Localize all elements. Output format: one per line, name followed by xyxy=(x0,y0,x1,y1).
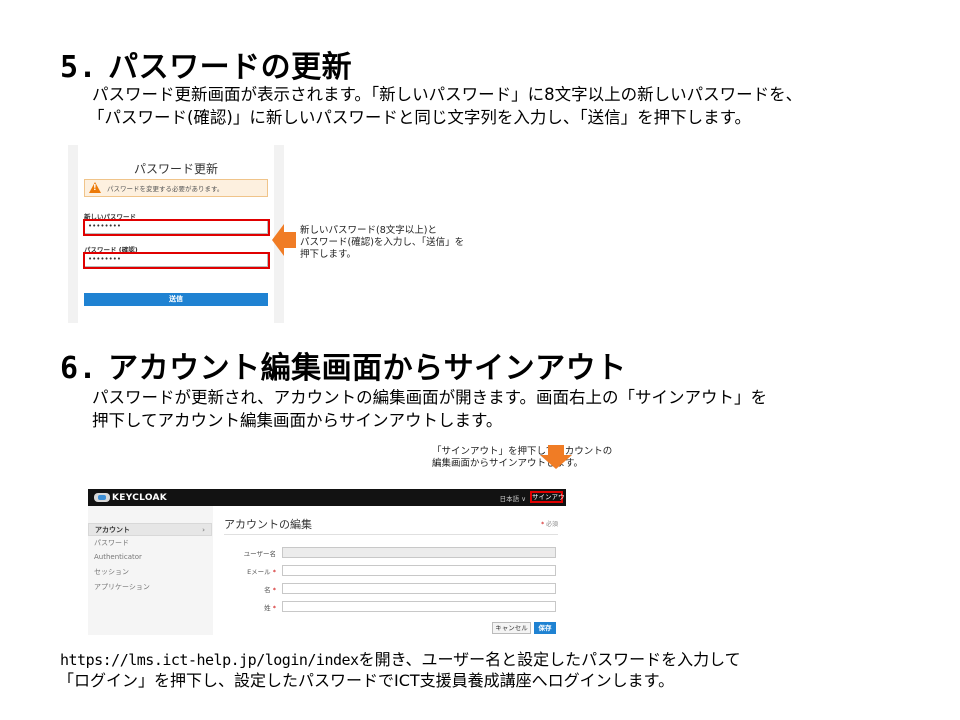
callout-2: 「サインアウト」を押下してアカウントの 編集画面からサインアウトします。 xyxy=(432,446,612,470)
section-6-paragraph-line1: パスワードが更新され、アカウントの編集画面が開きます。画面右上の「サインアウト」… xyxy=(92,388,768,407)
arrow-left-icon xyxy=(272,224,296,256)
required-note-text: 必須 xyxy=(545,521,558,528)
section-5-heading: 5. パスワードの更新 xyxy=(60,42,352,86)
submit-button[interactable]: 送信 xyxy=(84,293,268,306)
password-update-title: パスワード更新 xyxy=(133,162,218,176)
password-update-card: パスワード更新 パスワードを変更する必要があります。 新しいパスワード ••••… xyxy=(78,145,274,323)
callout-2-line1: 「サインアウト」を押下してアカウントの xyxy=(432,446,613,457)
section-number: 6. xyxy=(60,351,98,386)
account-sidebar: アカウント › パスワード Authenticator セッション アプリケーシ… xyxy=(88,506,213,635)
last-name-label: 姓 * xyxy=(228,602,276,612)
language-selector[interactable]: 日本語 ∨ xyxy=(500,493,526,503)
signout-button[interactable]: サインアウト xyxy=(530,491,571,503)
new-password-highlight xyxy=(83,219,270,236)
email-field[interactable] xyxy=(282,565,556,576)
callout-1-line3: 押下します。 xyxy=(300,249,357,260)
save-button[interactable]: 保存 xyxy=(534,622,556,634)
warning-icon xyxy=(89,182,101,193)
footer-line1: https://lms.ict-help.jp/login/indexを開き、ユ… xyxy=(60,649,741,671)
last-name-label-text: 姓 xyxy=(264,604,271,612)
section-6-paragraph-line2: 押下してアカウント編集画面からサインアウトします。 xyxy=(92,411,503,430)
keycloak-logo-text: KEYCLOAK xyxy=(112,492,168,503)
callout-1-line2: パスワード(確認)を入力し、「送信」を xyxy=(300,237,465,248)
page-title: アカウントの編集 xyxy=(224,518,312,531)
confirm-password-highlight xyxy=(83,252,270,269)
section-title: アカウント編集画面からサインアウト xyxy=(108,351,627,386)
keycloak-logo: KEYCLOAK xyxy=(94,492,167,503)
sidebar-item-label: アカウント xyxy=(95,526,130,534)
sidebar-item-applications[interactable]: アプリケーション xyxy=(88,581,212,594)
sidebar-item-password[interactable]: パスワード xyxy=(88,537,212,550)
keycloak-logo-icon xyxy=(94,493,110,502)
required-note: * 必須 xyxy=(541,519,558,528)
section-5-paragraph-line1: パスワード更新画面が表示されます。「新しいパスワード」に8文字以上の新しいパスワ… xyxy=(92,85,803,104)
keycloak-account-screenshot: KEYCLOAK 日本語 ∨ サインアウト アカウント › パスワード Auth… xyxy=(88,489,571,635)
section-5-paragraph-line2: 「パスワード(確認)」に新しいパスワードと同じ文字列を入力し、「送信」を押下しま… xyxy=(88,108,751,127)
email-label: Eメール * xyxy=(228,566,276,576)
callout-2-line2: 編集画面からサインアウトします。 xyxy=(432,458,584,469)
section-6-heading: 6. アカウント編集画面からサインアウト xyxy=(60,343,627,387)
last-name-field[interactable] xyxy=(282,601,556,612)
arrow-down-icon xyxy=(540,445,572,469)
password-update-screenshot: パスワード更新 パスワードを変更する必要があります。 新しいパスワード ••••… xyxy=(68,145,284,323)
login-url-link[interactable]: https://lms.ict-help.jp/login/index xyxy=(60,651,359,669)
username-label: ユーザー名 xyxy=(228,548,276,558)
warning-message: パスワードを変更する必要があります。 xyxy=(107,185,224,193)
warning-alert: パスワードを変更する必要があります。 xyxy=(84,179,268,197)
divider xyxy=(224,534,558,535)
top-navbar: KEYCLOAK 日本語 ∨ サインアウト xyxy=(88,489,571,506)
callout-1-line1: 新しいパスワード(8文字以上)と xyxy=(300,225,437,236)
first-name-label: 名 * xyxy=(228,584,276,594)
email-label-text: Eメール xyxy=(247,568,271,576)
callout-1: 新しいパスワード(8文字以上)と パスワード(確認)を入力し、「送信」を 押下し… xyxy=(300,225,464,261)
footer-line1-text: を開き、ユーザー名と設定したパスワードを入力して xyxy=(358,650,741,669)
sidebar-item-sessions[interactable]: セッション xyxy=(88,566,212,579)
sidebar-item-account[interactable]: アカウント › xyxy=(88,523,212,536)
section-title: パスワードの更新 xyxy=(108,50,353,85)
username-label-text: ユーザー名 xyxy=(243,550,276,558)
section-number: 5. xyxy=(60,50,98,85)
chevron-right-icon: › xyxy=(202,526,205,534)
first-name-label-text: 名 xyxy=(264,586,271,594)
cancel-button[interactable]: キャンセル xyxy=(492,622,531,634)
required-mark: * xyxy=(272,604,276,612)
sidebar-item-authenticator[interactable]: Authenticator xyxy=(88,551,212,564)
footer-line2: 「ログイン」を押下し、設定したパスワードでICT支援員養成講座へログインします。 xyxy=(58,671,675,690)
required-mark: * xyxy=(541,521,545,528)
required-mark: * xyxy=(272,586,276,594)
required-mark: * xyxy=(272,568,276,576)
username-field xyxy=(282,547,556,558)
first-name-field[interactable] xyxy=(282,583,556,594)
